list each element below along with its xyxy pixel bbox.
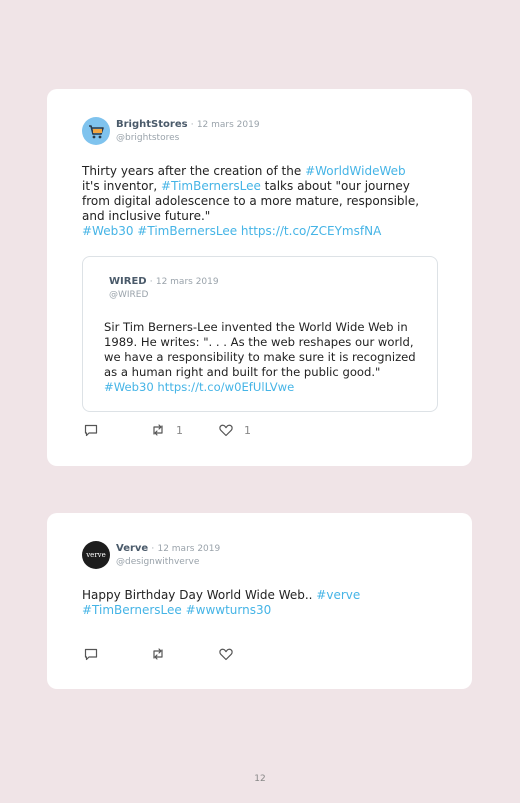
avatar-brightstores[interactable] bbox=[82, 117, 110, 145]
shopping-cart-icon bbox=[89, 125, 104, 139]
hashtag-link[interactable]: #TimBernersLee bbox=[161, 179, 261, 193]
like-button[interactable] bbox=[218, 646, 244, 662]
hashtag-link[interactable]: #verve bbox=[316, 588, 360, 602]
heart-icon bbox=[219, 424, 233, 437]
tweet-text-segment: Thirty years after the creation of the bbox=[82, 164, 306, 178]
quote-date[interactable]: 12 mars 2019 bbox=[156, 277, 219, 287]
author-handle[interactable]: @designwithverve bbox=[116, 556, 220, 568]
tweet-text: Happy Birthday Day World Wide Web.. #ver… bbox=[82, 588, 427, 618]
tweet-date[interactable]: 12 mars 2019 bbox=[157, 544, 220, 554]
quote-text: Sir Tim Berners-Lee invented the World W… bbox=[104, 320, 419, 395]
tweet-card-brightstores: BrightStores · 12 mars 2019 @brightstore… bbox=[47, 89, 472, 466]
hashtag-link[interactable]: #TimBernersLee #wwwturns30 bbox=[82, 603, 271, 617]
tweet-text-segment: Sir Tim Berners-Lee invented the World W… bbox=[104, 320, 416, 379]
like-count: 1 bbox=[244, 423, 251, 437]
verve-logo: verve bbox=[86, 551, 106, 559]
tweet-text-segment: it's inventor, bbox=[82, 179, 162, 193]
quote-author-name[interactable]: WIRED bbox=[109, 276, 147, 287]
reply-button[interactable] bbox=[83, 646, 99, 662]
separator: · bbox=[190, 120, 194, 130]
retweet-icon bbox=[153, 424, 163, 436]
tweet-text: Thirty years after the creation of the #… bbox=[82, 164, 427, 239]
separator: · bbox=[151, 544, 155, 554]
author-name[interactable]: BrightStores bbox=[116, 119, 188, 130]
page-number: 12 bbox=[254, 774, 266, 784]
author-handle[interactable]: @brightstores bbox=[116, 132, 260, 144]
retweet-count: 1 bbox=[176, 423, 183, 437]
retweet-button[interactable] bbox=[150, 646, 176, 662]
reply-button[interactable] bbox=[83, 422, 99, 438]
retweet-button[interactable]: 1 bbox=[150, 422, 183, 438]
quote-author-handle[interactable]: @WIRED bbox=[109, 289, 219, 301]
quoted-tweet[interactable]: WIRED · 12 mars 2019 @WIRED Sir Tim Bern… bbox=[82, 256, 438, 412]
tweet-date[interactable]: 12 mars 2019 bbox=[197, 120, 260, 130]
hashtag-link[interactable]: #Web30 #TimBernersLee https://t.co/ZCEYm… bbox=[82, 224, 381, 238]
hashtag-link[interactable]: #WorldWideWeb bbox=[305, 164, 406, 178]
reply-icon bbox=[84, 648, 98, 661]
retweet-icon bbox=[153, 648, 163, 660]
reply-icon bbox=[84, 424, 98, 437]
hashtag-link[interactable]: #Web30 https://t.co/w0EfUlLVwe bbox=[104, 380, 294, 394]
tweet-card-verve: verve Verve · 12 mars 2019 @designwithve… bbox=[47, 513, 472, 689]
separator: · bbox=[149, 277, 153, 287]
tweet-text-segment: Happy Birthday Day World Wide Web.. bbox=[82, 588, 317, 602]
heart-icon bbox=[219, 648, 233, 661]
avatar-verve[interactable]: verve bbox=[82, 541, 110, 569]
like-button[interactable]: 1 bbox=[218, 422, 251, 438]
author-name[interactable]: Verve bbox=[116, 543, 148, 554]
